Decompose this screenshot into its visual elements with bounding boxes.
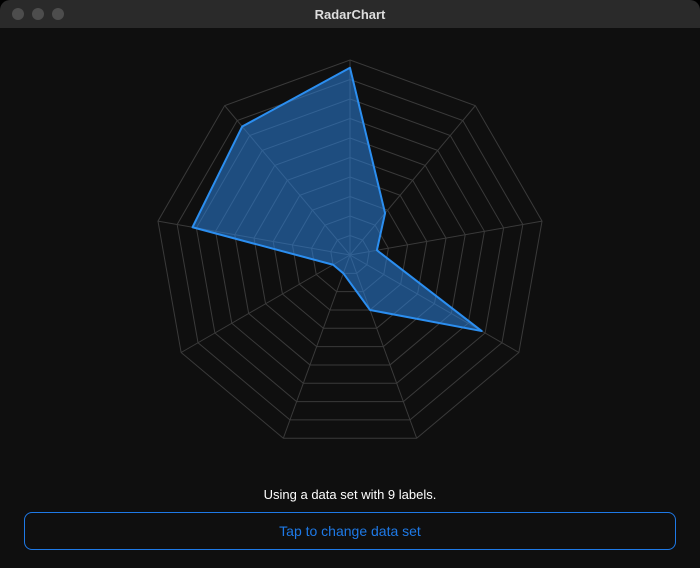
close-window-icon[interactable] — [12, 8, 24, 20]
traffic-lights — [0, 8, 64, 20]
dataset-caption: Using a data set with 9 labels. — [264, 487, 437, 502]
radar-chart — [70, 35, 630, 475]
zoom-window-icon[interactable] — [52, 8, 64, 20]
minimize-window-icon[interactable] — [32, 8, 44, 20]
window-title: RadarChart — [0, 7, 700, 22]
change-dataset-button-label: Tap to change data set — [279, 523, 421, 539]
content-area: Using a data set with 9 labels. Tap to c… — [0, 28, 700, 568]
change-dataset-button[interactable]: Tap to change data set — [24, 512, 676, 550]
titlebar: RadarChart — [0, 0, 700, 28]
app-window: RadarChart Using a data set with 9 label… — [0, 0, 700, 568]
chart-area — [0, 28, 700, 481]
